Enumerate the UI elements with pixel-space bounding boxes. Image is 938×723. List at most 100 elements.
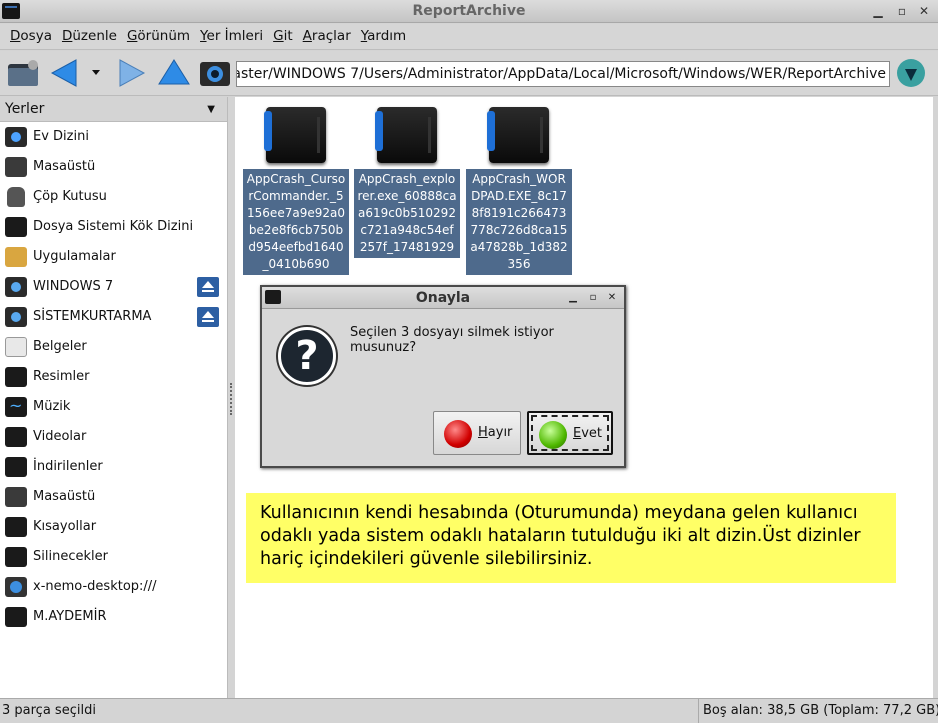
desktop-icon: [5, 487, 27, 507]
network-icon: [5, 577, 27, 597]
drive-icon: [5, 277, 27, 297]
close-icon[interactable]: ✕: [914, 1, 934, 21]
applications-icon: [5, 247, 27, 267]
dialog-maximize-icon[interactable]: ▫: [584, 287, 602, 309]
maximize-icon[interactable]: ▫: [892, 1, 912, 21]
yes-button-label: Evet: [573, 426, 603, 441]
sidebar-item-downloads[interactable]: İndirilenler: [0, 452, 227, 482]
file-name: AppCrash_CursorCommander._5156ee7a9e92a0…: [243, 169, 349, 275]
sidebar-item-label: Masaüstü: [33, 489, 96, 504]
file-item[interactable]: AppCrash_explorer.exe_60888caa619c0b5102…: [354, 107, 460, 258]
sidebar-item-label: Dosya Sistemi Kök Dizini: [33, 219, 194, 234]
red-circle-icon: [444, 420, 472, 448]
filesystem-icon: [5, 217, 27, 237]
sidebar-item-label: Uygulamalar: [33, 249, 116, 264]
menu-file[interactable]: Dosya: [5, 24, 57, 44]
dialog-app-icon: [265, 290, 281, 304]
sidebar-header[interactable]: Yerler ▼: [0, 97, 227, 122]
dialog-titlebar[interactable]: Onayla ▁ ▫ ✕: [262, 287, 624, 309]
sidebar-item-documents[interactable]: Belgeler: [0, 332, 227, 362]
minimize-icon[interactable]: ▁: [868, 1, 888, 21]
folder-icon: [5, 547, 27, 567]
address-text: /linuxmaster/WINDOWS 7/Users/Administrat…: [236, 66, 886, 82]
history-dropdown-icon[interactable]: [88, 56, 104, 90]
dialog-minimize-icon[interactable]: ▁: [564, 287, 582, 309]
sidebar-item-nemo-desktop[interactable]: x-nemo-desktop:///: [0, 572, 227, 602]
menu-edit[interactable]: Düzenle: [57, 24, 122, 44]
sidebar-item-desktop-2[interactable]: Masaüstü: [0, 482, 227, 512]
eject-icon[interactable]: [197, 277, 219, 297]
green-circle-icon: [539, 421, 567, 449]
file-name: AppCrash_explorer.exe_60888caa619c0b5102…: [354, 169, 460, 258]
sidebar-item-label: Müzik: [33, 399, 71, 414]
eject-icon[interactable]: [197, 307, 219, 327]
question-icon: ?: [278, 327, 336, 385]
menu-help[interactable]: Yardım: [356, 24, 411, 44]
no-button[interactable]: Hayır: [433, 411, 521, 455]
trash-icon: [7, 187, 25, 207]
sidebar-item-label: WINDOWS 7: [33, 279, 114, 294]
status-bar: 3 parça seçildi Boş alan: 38,5 GB (Topla…: [0, 698, 938, 723]
dialog-message: Seçilen 3 dosyayı silmek istiyor musunuz…: [350, 325, 554, 355]
sidebar-item-label: M.AYDEMİR: [33, 609, 107, 624]
sidebar-item-trash[interactable]: Çöp Kutusu: [0, 182, 227, 212]
sidebar-item-applications[interactable]: Uygulamalar: [0, 242, 227, 272]
toolbar: /linuxmaster/WINDOWS 7/Users/Administrat…: [0, 51, 938, 96]
sidebar-item-desktop[interactable]: Masaüstü: [0, 152, 227, 182]
menu-bar: Dosya Düzenle Görünüm Yer İmleri Git Araçlar Y…: [0, 24, 938, 50]
splitter-grip-icon: [230, 383, 232, 415]
sidebar-item-label: Ev Dizini: [33, 129, 89, 144]
location-icon[interactable]: [198, 56, 232, 90]
sidebar-item-windows7[interactable]: WINDOWS 7: [0, 272, 227, 302]
pane-splitter[interactable]: [228, 97, 235, 698]
yes-button[interactable]: Evet: [527, 411, 613, 455]
sidebar-item-label: Çöp Kutusu: [33, 189, 107, 204]
sidebar-item-label: SİSTEMKURTARMA: [33, 309, 152, 324]
folder-icon: [264, 107, 326, 163]
sidebar-item-label: Resimler: [33, 369, 90, 384]
sidebar-item-label: x-nemo-desktop:///: [33, 579, 157, 594]
confirm-dialog: Onayla ▁ ▫ ✕ ? Seçilen 3 dosyayı silmek …: [260, 285, 626, 468]
file-item[interactable]: AppCrash_WORDPAD.EXE_8c178f8191c26647377…: [466, 107, 572, 275]
sidebar-item-label: Masaüstü: [33, 159, 96, 174]
folder-icon: [5, 607, 27, 627]
sidebar-item-label: Belgeler: [33, 339, 87, 354]
no-button-label: Hayır: [478, 425, 513, 440]
go-icon[interactable]: [894, 56, 928, 90]
scrollbar[interactable]: [933, 97, 938, 698]
documents-icon: [5, 337, 27, 357]
back-icon[interactable]: [48, 56, 80, 90]
up-icon[interactable]: [156, 56, 192, 90]
menu-go[interactable]: Git: [268, 24, 298, 44]
sidebar-dropdown-icon[interactable]: ▼: [207, 97, 215, 122]
music-icon: [5, 391, 27, 421]
menu-bookmarks[interactable]: Yer İmleri: [195, 24, 268, 44]
new-folder-icon[interactable]: [5, 56, 41, 90]
sidebar-item-home[interactable]: Ev Dizini: [0, 122, 227, 152]
sidebar-item-sistemkurtarma[interactable]: SİSTEMKURTARMA: [0, 302, 227, 332]
sidebar-item-maydemir[interactable]: M.AYDEMİR: [0, 602, 227, 632]
videos-icon: [5, 427, 27, 447]
file-name: AppCrash_WORDPAD.EXE_8c178f8191c26647377…: [466, 169, 572, 275]
sidebar-item-filesystem[interactable]: Dosya Sistemi Kök Dizini: [0, 212, 227, 242]
address-bar[interactable]: /linuxmaster/WINDOWS 7/Users/Administrat…: [236, 61, 890, 87]
sidebar-item-pictures[interactable]: Resimler: [0, 362, 227, 392]
sidebar-item-label: Videolar: [33, 429, 87, 444]
dialog-close-icon[interactable]: ✕: [603, 287, 621, 309]
window-titlebar[interactable]: ReportArchive ▁ ▫ ✕: [0, 0, 938, 23]
window-title: ReportArchive: [412, 3, 526, 19]
sidebar-item-videos[interactable]: Videolar: [0, 422, 227, 452]
menu-view[interactable]: Görünüm: [122, 24, 195, 44]
sidebar-item-to-delete[interactable]: Silinecekler: [0, 542, 227, 572]
menu-tools[interactable]: Araçlar: [298, 24, 356, 44]
sidebar-item-label: Silinecekler: [33, 549, 108, 564]
free-space-status: Boş alan: 38,5 GB (Toplam: 77,2 GB): [698, 699, 938, 723]
sidebar-item-music[interactable]: Müzik: [0, 391, 227, 422]
sidebar-item-shortcuts[interactable]: Kısayollar: [0, 512, 227, 542]
file-item[interactable]: AppCrash_CursorCommander._5156ee7a9e92a0…: [243, 107, 349, 275]
folder-icon: [487, 107, 549, 163]
forward-icon[interactable]: [116, 56, 148, 90]
desktop-icon: [5, 157, 27, 177]
folder-icon: [375, 107, 437, 163]
home-icon: [5, 127, 27, 147]
